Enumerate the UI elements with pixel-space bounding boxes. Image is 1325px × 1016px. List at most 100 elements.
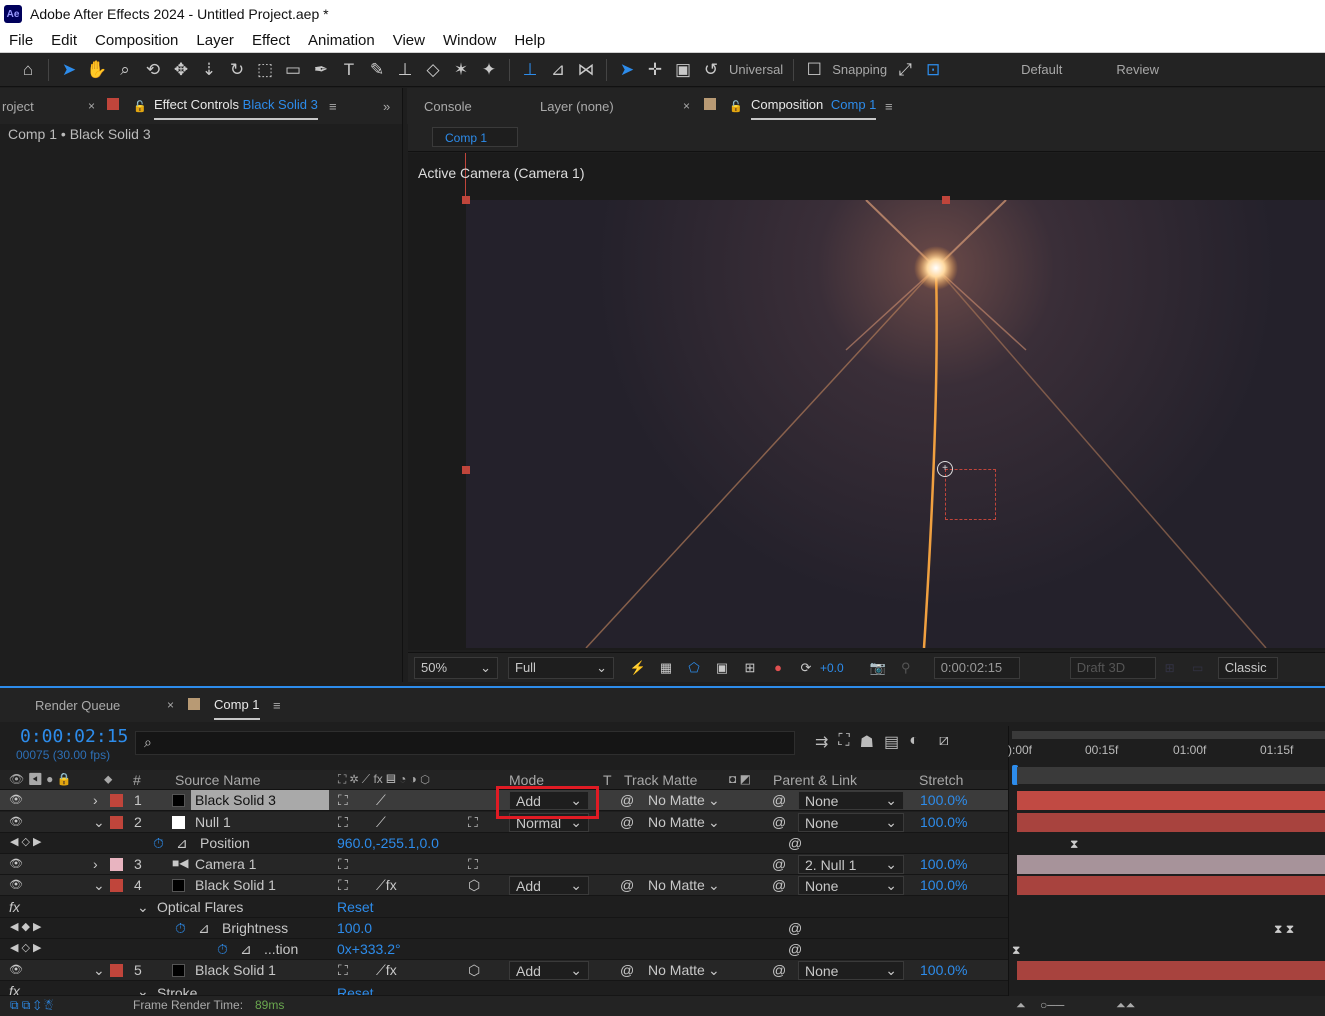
expand-chevron-icon[interactable]: › xyxy=(93,856,98,872)
parent-dropdown[interactable]: None ⌄ xyxy=(798,813,904,832)
draft-3d-icon[interactable]: ⛶ xyxy=(838,732,849,752)
effect-row[interactable]: fx ⌄ Stroke Reset xyxy=(0,981,1008,996)
world-axis-icon[interactable]: ⊿ xyxy=(546,58,570,82)
eye-icon[interactable]: 👁 xyxy=(9,878,23,891)
shy-layers-icon[interactable]: ☗ xyxy=(860,732,874,752)
header-track-matte[interactable]: Track Matte xyxy=(624,772,697,788)
tab-render-queue[interactable]: Render Queue xyxy=(35,698,120,713)
anchor-point-icon[interactable]: + xyxy=(937,461,953,477)
track-matte-link-icon[interactable]: @ xyxy=(620,814,634,830)
effect-reset-link[interactable]: Reset xyxy=(337,899,374,915)
pick-whip-icon[interactable]: @ xyxy=(772,856,786,872)
composition-canvas[interactable] xyxy=(466,200,1325,648)
keyframe-icon[interactable]: ⧗ xyxy=(1012,943,1020,958)
menu-effect[interactable]: Effect xyxy=(243,32,299,49)
graph-icon[interactable]: ⊿ xyxy=(198,920,210,937)
transparency-grid-icon[interactable]: ▦ xyxy=(654,656,678,680)
layer-label-color[interactable] xyxy=(110,879,123,892)
layer-name[interactable]: Black Solid 3 xyxy=(191,790,329,810)
keyframe-navigator-icons[interactable]: ◀ ◆ ▶ xyxy=(10,920,42,933)
menu-composition[interactable]: Composition xyxy=(86,32,187,49)
extended-viewer-icon[interactable]: ▭ xyxy=(1186,656,1210,680)
layer-label-color[interactable] xyxy=(110,964,123,977)
collapse-chevron-icon[interactable]: ⌄ xyxy=(93,962,105,979)
track-matte-value[interactable]: No Matte xyxy=(648,962,705,978)
layer-handle[interactable] xyxy=(942,196,950,204)
layer-label-color[interactable] xyxy=(110,794,123,807)
parent-dropdown[interactable]: None ⌄ xyxy=(798,961,904,980)
frame-blending-icon[interactable]: ▤ xyxy=(884,732,899,752)
shy-switch-icon[interactable]: ⛶ xyxy=(338,792,348,809)
brush-tool-icon[interactable]: ✎ xyxy=(365,58,389,82)
property-row[interactable]: ◀ ◇ ▶ ⏱ ⊿ Position 960.0,-255.1,0.0 @ xyxy=(0,833,1008,854)
eye-icon[interactable]: 👁 xyxy=(9,963,23,976)
dolly-camera-icon[interactable]: ⇣ xyxy=(197,58,221,82)
layer-label-color[interactable] xyxy=(110,816,123,829)
track-matte-value[interactable]: No Matte xyxy=(648,814,705,830)
snapping-label[interactable]: Snapping xyxy=(832,62,887,77)
layer-name[interactable]: Black Solid 1 xyxy=(195,877,276,893)
parent-dropdown[interactable]: 2. Null 1 ⌄ xyxy=(798,855,904,874)
rotate-tool-icon[interactable]: ↻ xyxy=(225,58,249,82)
renderer-dropdown[interactable]: Classic xyxy=(1217,656,1278,679)
chevron-down-icon[interactable]: ⌄ xyxy=(708,962,720,979)
move-gizmo-icon[interactable]: ✛ xyxy=(643,58,667,82)
rotation-value[interactable]: 0x+333.2° xyxy=(337,941,401,957)
header-parent-link[interactable]: Parent & Link xyxy=(773,772,857,788)
pick-whip-icon[interactable]: @ xyxy=(788,941,802,957)
tab-effect-controls[interactable]: Effect Controls Black Solid 3 xyxy=(154,97,318,120)
mode-dropdown[interactable]: Add ⌄ xyxy=(509,961,589,980)
pick-whip-icon[interactable]: @ xyxy=(788,835,802,851)
header-number[interactable]: # xyxy=(133,772,141,788)
effect-row[interactable]: fx ⌄ Optical Flares Reset xyxy=(0,897,1008,918)
property-row[interactable]: ◀ ◇ ▶ ⏱ ⊿ ...tion 0x+333.2° @ xyxy=(0,939,1008,960)
workspace-review[interactable]: Review xyxy=(1116,62,1159,77)
fx-icon[interactable]: fx xyxy=(9,983,20,995)
layer-name[interactable]: Null 1 xyxy=(195,814,231,830)
layer-duration-bar[interactable] xyxy=(1017,876,1325,895)
layer-duration-bar[interactable] xyxy=(1017,813,1325,832)
puppet-pin-icon[interactable]: ✦ xyxy=(477,58,501,82)
shy-switch-icon[interactable]: ⛶ xyxy=(338,856,348,873)
rectangle-tool-icon[interactable]: ▭ xyxy=(281,58,305,82)
region-of-interest-icon[interactable]: ▣ xyxy=(710,656,734,680)
track-matte-value[interactable]: No Matte xyxy=(648,877,705,893)
home-icon[interactable]: ⌂ xyxy=(16,58,40,82)
orbit-camera-icon[interactable]: ⟲ xyxy=(141,58,165,82)
status-toggle-icons[interactable]: ⧉ ⧉ ⇕ ☃ xyxy=(10,998,54,1013)
timeline-search-input[interactable]: ⌕ xyxy=(135,731,795,755)
snapping-checkbox-icon[interactable]: ☐ xyxy=(802,58,826,82)
zoom-out-icon[interactable]: ⏶ xyxy=(1016,998,1026,1013)
pan-camera-icon[interactable]: ✥ xyxy=(169,58,193,82)
draft-3d-toggle[interactable]: Draft 3D xyxy=(1069,656,1156,679)
snap-options-icon[interactable]: ⤢ xyxy=(893,58,917,82)
keyframe-navigator-icons[interactable]: ◀ ◇ ▶ xyxy=(10,941,42,954)
panel-menu-icon[interactable]: ≡ xyxy=(273,698,281,713)
layer-duration-bar[interactable] xyxy=(1017,855,1325,874)
header-stretch[interactable]: Stretch xyxy=(919,772,963,788)
3d-layer-switch-icon[interactable]: ⬡ xyxy=(468,962,480,979)
motion-blur-icon[interactable]: ◐ xyxy=(909,732,919,752)
stretch-value[interactable]: 100.0% xyxy=(920,962,967,978)
pick-whip-icon[interactable]: @ xyxy=(772,962,786,978)
snapshot-camera-icon[interactable]: 📷 xyxy=(866,656,890,680)
menu-help[interactable]: Help xyxy=(505,32,554,49)
zoom-tool-icon[interactable]: ⌕ xyxy=(113,58,137,82)
3d-layer-switch-icon[interactable]: ⛶ xyxy=(468,814,478,831)
clone-stamp-icon[interactable]: ⊥ xyxy=(393,58,417,82)
stretch-value[interactable]: 100.0% xyxy=(920,877,967,893)
layer-row[interactable]: 👁 ⌄ 4 Black Solid 1 ⛶ ⟋fx ⬡ Add ⌄ @ No Ma… xyxy=(0,875,1008,896)
stretch-value[interactable]: 100.0% xyxy=(920,814,967,830)
collapse-chevron-icon[interactable]: ⌄ xyxy=(93,814,105,831)
snap-frame-icon[interactable]: ⊡ xyxy=(921,58,945,82)
eye-icon[interactable]: 👁 xyxy=(9,815,23,828)
roto-brush-icon[interactable]: ✶ xyxy=(449,58,473,82)
current-time-display[interactable]: 0:00:02:15 xyxy=(20,726,128,747)
panel-menu-icon[interactable]: ≡ xyxy=(329,99,337,114)
eye-icon[interactable]: 👁 xyxy=(9,793,23,806)
stretch-value[interactable]: 100.0% xyxy=(920,856,967,872)
scale-gizmo-icon[interactable]: ▣ xyxy=(671,58,695,82)
chevron-down-icon[interactable]: ⌄ xyxy=(708,792,720,809)
layer-handle[interactable] xyxy=(462,466,470,474)
effects-switch-icon[interactable]: ⟋fx xyxy=(376,877,397,894)
